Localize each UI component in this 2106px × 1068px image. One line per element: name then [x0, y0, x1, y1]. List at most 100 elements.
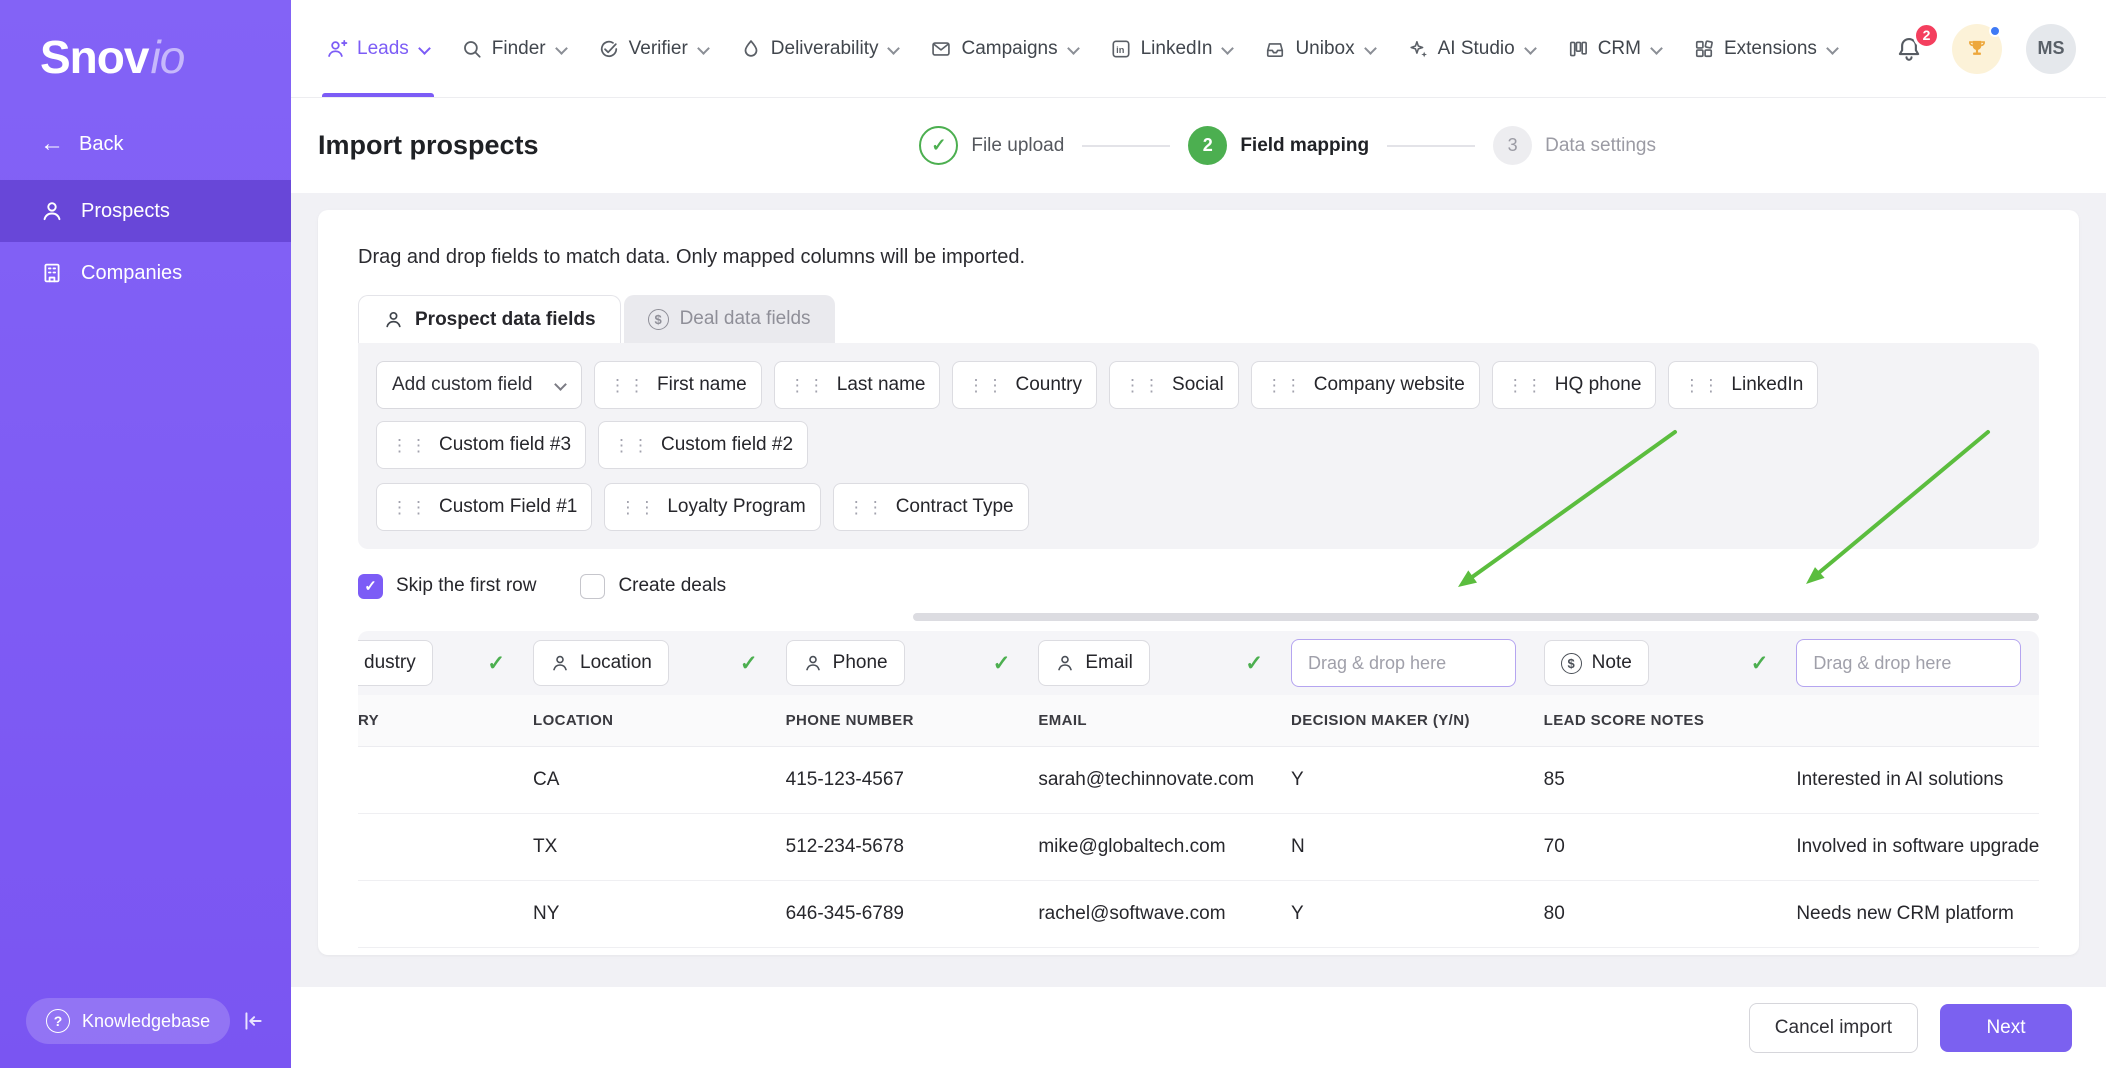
step-field-mapping[interactable]: 2 Field mapping: [1188, 126, 1369, 165]
field-chip[interactable]: ⋮⋮Last name: [774, 361, 941, 409]
mapped-column-chip[interactable]: $ Note: [1544, 640, 1649, 686]
app-window: Snovio ← Back Prospects Companies ?: [0, 0, 2106, 1068]
check-icon: ✓: [931, 135, 946, 156]
rewards-button[interactable]: [1952, 24, 2002, 74]
knowledgebase-button[interactable]: ? Knowledgebase: [26, 998, 230, 1044]
field-chip-label: Country: [1015, 374, 1082, 396]
field-chip[interactable]: ⋮⋮Custom field #3: [376, 421, 586, 469]
nav-item-extensions[interactable]: Extensions: [1693, 0, 1838, 97]
back-button[interactable]: ← Back: [0, 118, 291, 170]
sidebar-item-companies[interactable]: Companies: [0, 242, 291, 304]
check-icon: ✓: [364, 577, 377, 595]
field-chip[interactable]: ⋮⋮LinkedIn: [1668, 361, 1818, 409]
field-chip[interactable]: ⋮⋮First name: [594, 361, 762, 409]
next-button[interactable]: Next: [1940, 1004, 2072, 1052]
question-icon: ?: [46, 1009, 70, 1033]
table-cell: 80: [1534, 903, 1787, 925]
nav-label: Unibox: [1295, 38, 1354, 60]
drag-handle-icon: ⋮⋮: [1507, 377, 1545, 394]
nav-item-leads[interactable]: Leads: [326, 0, 430, 97]
scrollbar-thumb[interactable]: [913, 613, 2039, 621]
table-cell: 85: [1534, 769, 1787, 791]
sidebar-item-prospects[interactable]: Prospects: [0, 180, 291, 242]
drag-handle-icon: ⋮⋮: [789, 377, 827, 394]
knowledgebase-label: Knowledgebase: [82, 1011, 210, 1032]
step-file-upload[interactable]: ✓ File upload: [919, 126, 1064, 165]
chevron-down-icon: [697, 43, 709, 55]
mapped-column: Location ✓: [523, 640, 776, 686]
horizontal-scrollbar: [358, 613, 2039, 621]
mapped-column-chip[interactable]: dustry: [358, 640, 433, 686]
check-icon: ✓: [1741, 651, 1769, 676]
table-cell: Involved in software upgrades: [1786, 836, 2039, 858]
mapped-column-chip[interactable]: Phone: [786, 640, 905, 686]
step-data-settings[interactable]: 3 Data settings: [1493, 126, 1656, 165]
mapped-column-chip[interactable]: Email: [1038, 640, 1150, 686]
table-cell: sarah@techinnovate.com: [1028, 769, 1281, 791]
skip-first-row-checkbox[interactable]: ✓ Skip the first row: [358, 574, 536, 599]
field-chip[interactable]: ⋮⋮ HQ phone: [1492, 361, 1657, 409]
field-chip-label: LinkedIn: [1731, 374, 1803, 396]
check-icon: ✓: [983, 651, 1011, 676]
trophy-icon: [1964, 36, 1990, 62]
mapped-fields-row: dustry ✓ Location ✓ Ph: [358, 631, 2039, 695]
chips-row: Add custom field ⋮⋮First name ⋮⋮Last nam…: [376, 361, 2021, 469]
kanban-icon: [1567, 38, 1589, 60]
create-deals-checkbox[interactable]: Create deals: [580, 574, 726, 599]
field-chip[interactable]: ⋮⋮Contract Type: [833, 483, 1029, 531]
mapped-column: dustry ✓: [358, 640, 523, 686]
notifications-button[interactable]: 2: [1890, 30, 1928, 68]
mapped-column-chip[interactable]: Location: [533, 640, 669, 686]
field-chip-label: HQ phone: [1555, 374, 1642, 396]
field-chip-label: Contract Type: [896, 496, 1014, 518]
nav-item-campaigns[interactable]: Campaigns: [930, 0, 1078, 97]
cancel-import-button[interactable]: Cancel import: [1749, 1003, 1918, 1053]
nav-item-crm[interactable]: CRM: [1567, 0, 1662, 97]
drop-zone[interactable]: Drag & drop here: [1291, 639, 1516, 687]
field-chip[interactable]: ⋮⋮Custom field #2: [598, 421, 808, 469]
step-check-circle: ✓: [919, 126, 958, 165]
drop-zone[interactable]: Drag & drop here: [1796, 639, 2021, 687]
footer-actions: Cancel import Next: [291, 987, 2106, 1068]
nav-item-linkedin[interactable]: in LinkedIn: [1110, 0, 1234, 97]
top-navigation: Leads Finder Verifier: [291, 0, 2106, 98]
nav-label: Verifier: [629, 38, 688, 60]
stepper-divider: [1387, 145, 1475, 147]
nav-item-verifier[interactable]: Verifier: [598, 0, 709, 97]
table-cell: TX: [523, 836, 776, 858]
stepper-divider: [1082, 145, 1170, 147]
field-chip-label: Company website: [1314, 374, 1465, 396]
field-chip[interactable]: ⋮⋮Company website: [1251, 361, 1480, 409]
nav-item-deliverability[interactable]: Deliverability: [740, 0, 900, 97]
nav-item-finder[interactable]: Finder: [461, 0, 567, 97]
table-cell: 70: [1534, 836, 1787, 858]
check-icon: ✓: [1235, 651, 1263, 676]
step-number-circle: 3: [1493, 126, 1532, 165]
step-label: Data settings: [1545, 135, 1656, 157]
user-avatar[interactable]: MS: [2026, 24, 2076, 74]
add-custom-field-select[interactable]: Add custom field: [376, 361, 582, 409]
check-icon: ✓: [477, 651, 505, 676]
building-icon: [40, 261, 64, 285]
sidebar: Snovio ← Back Prospects Companies ?: [0, 0, 291, 1068]
field-chip[interactable]: ⋮⋮Country: [952, 361, 1097, 409]
nav-label: CRM: [1598, 38, 1641, 60]
mapped-column: Drag & drop here: [1281, 639, 1534, 687]
tab-deal-data-fields[interactable]: $ Deal data fields: [624, 295, 835, 343]
field-chip[interactable]: ⋮⋮Social: [1109, 361, 1239, 409]
field-chip[interactable]: ⋮⋮Custom Field #1: [376, 483, 592, 531]
collapse-icon: [241, 1009, 265, 1033]
field-chip[interactable]: ⋮⋮Loyalty Program: [604, 483, 820, 531]
table-header-row: RY LOCATION PHONE NUMBER EMAIL DECISION …: [358, 695, 2039, 747]
brand-logo[interactable]: Snovio: [0, 0, 291, 84]
collapse-sidebar-button[interactable]: [235, 1003, 271, 1039]
mapped-chip-label: Phone: [833, 652, 888, 674]
field-tabs: Prospect data fields $ Deal data fields: [358, 295, 2039, 343]
tab-prospect-data-fields[interactable]: Prospect data fields: [358, 295, 621, 343]
step-label: Field mapping: [1240, 135, 1369, 157]
drop-zone-placeholder: Drag & drop here: [1813, 653, 1951, 674]
nav-item-unibox[interactable]: Unibox: [1264, 0, 1375, 97]
add-custom-field-label: Add custom field: [392, 374, 532, 396]
table-cell: 512-234-5678: [776, 836, 1029, 858]
nav-item-ai-studio[interactable]: AI Studio: [1407, 0, 1536, 97]
